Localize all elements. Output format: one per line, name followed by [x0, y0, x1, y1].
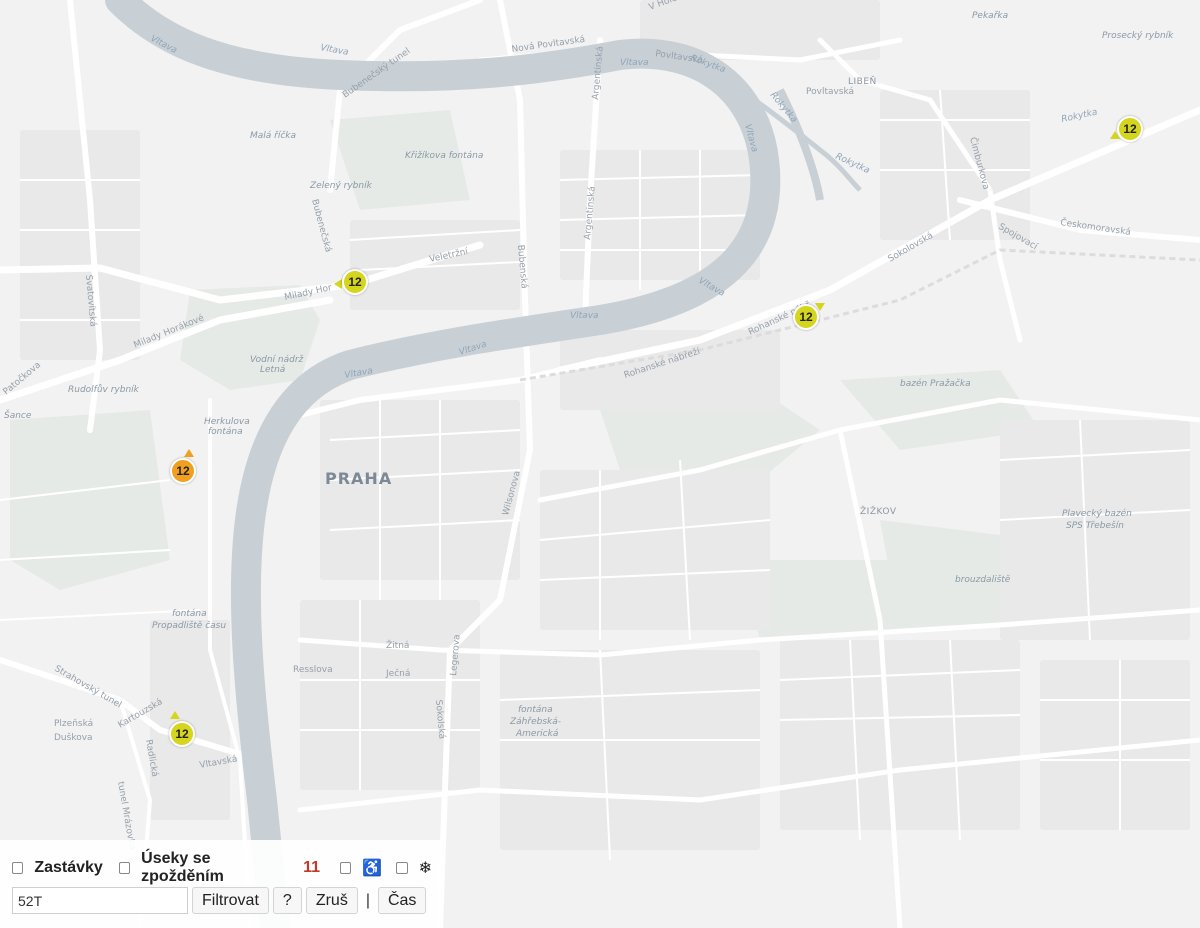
- filter-bar: Filtrovat ? Zruš | Čas: [12, 887, 427, 914]
- stops-checkbox[interactable]: [12, 862, 24, 874]
- place-label: Propadliště času: [152, 620, 226, 631]
- wheelchair-icon: ♿: [362, 860, 383, 877]
- city-label-praha: PRAHA: [325, 469, 392, 488]
- vehicle-marker[interactable]: 12: [1117, 116, 1143, 142]
- road-label: Plzeňská: [54, 718, 93, 729]
- direction-arrow-icon: [184, 449, 194, 457]
- control-panel: Zastávky Úseky se zpožděním 11 ♿ ❄ Filtr…: [0, 840, 440, 928]
- direction-arrow-icon: [170, 711, 180, 719]
- water-label: Vltava: [620, 58, 649, 68]
- road-label: Povltavská: [806, 87, 854, 97]
- place-label: brouzdaliště: [955, 574, 1011, 585]
- place-label: Prosecký rybník: [1102, 31, 1174, 41]
- road-label: Resslova: [293, 665, 333, 675]
- road-label: Ječná: [385, 668, 410, 679]
- water-label: Letná: [260, 365, 286, 375]
- snowflake-icon: ❄: [418, 860, 433, 877]
- place-label: Šance: [4, 409, 32, 421]
- filter-button[interactable]: Filtrovat: [192, 887, 269, 914]
- place-label: SPS Třebešín: [1066, 520, 1124, 531]
- place-label: fontána: [208, 427, 243, 437]
- place-label: bazén Pražačka: [900, 378, 971, 389]
- place-label: Záhřebská-: [509, 717, 561, 727]
- place-label: Rudolfův rybník: [68, 384, 140, 395]
- help-button[interactable]: ?: [272, 887, 302, 914]
- place-label: Herkulova: [204, 417, 250, 427]
- water-label: Vodní nádrž: [250, 355, 304, 365]
- vehicle-marker[interactable]: 12: [169, 721, 195, 747]
- road-label: Žitná: [386, 639, 409, 651]
- snowflake-checkbox[interactable]: [396, 862, 408, 874]
- place-label: Plavecký bazén: [1062, 508, 1132, 519]
- time-button[interactable]: Čas: [377, 887, 427, 914]
- place-label: fontána: [172, 609, 207, 619]
- place-label: Malá říčka: [250, 130, 296, 141]
- road-label: Duškova: [54, 732, 93, 743]
- water-label: Vltava: [570, 311, 599, 321]
- delayed-count: 11: [303, 859, 321, 876]
- stops-label: Zastávky: [34, 859, 103, 876]
- vehicle-marker[interactable]: 12: [170, 458, 196, 484]
- place-label: Zelený rybník: [309, 181, 373, 191]
- delayed-segments-label: Úseky se zpožděním: [141, 850, 224, 885]
- cancel-button[interactable]: Zruš: [305, 887, 358, 914]
- district-label-zizkov: ŽIŽKOV: [860, 505, 897, 517]
- vehicle-marker[interactable]: 12: [793, 304, 819, 330]
- district-label-liben: LIBEŇ: [848, 76, 877, 87]
- wheelchair-checkbox[interactable]: [340, 862, 352, 874]
- delayed-segments-checkbox[interactable]: [118, 862, 131, 874]
- direction-arrow-icon: [334, 279, 342, 289]
- place-label: Křižíkova fontána: [405, 151, 483, 161]
- vehicle-marker[interactable]: 12: [342, 269, 368, 295]
- layer-options: Zastávky Úseky se zpožděním 11 ♿ ❄: [12, 850, 440, 886]
- line-filter-input[interactable]: [12, 887, 188, 914]
- place-label: fontána: [518, 705, 553, 715]
- place-label: Americká: [515, 729, 559, 739]
- separator: |: [365, 891, 370, 909]
- place-label: Pekařka: [972, 11, 1008, 21]
